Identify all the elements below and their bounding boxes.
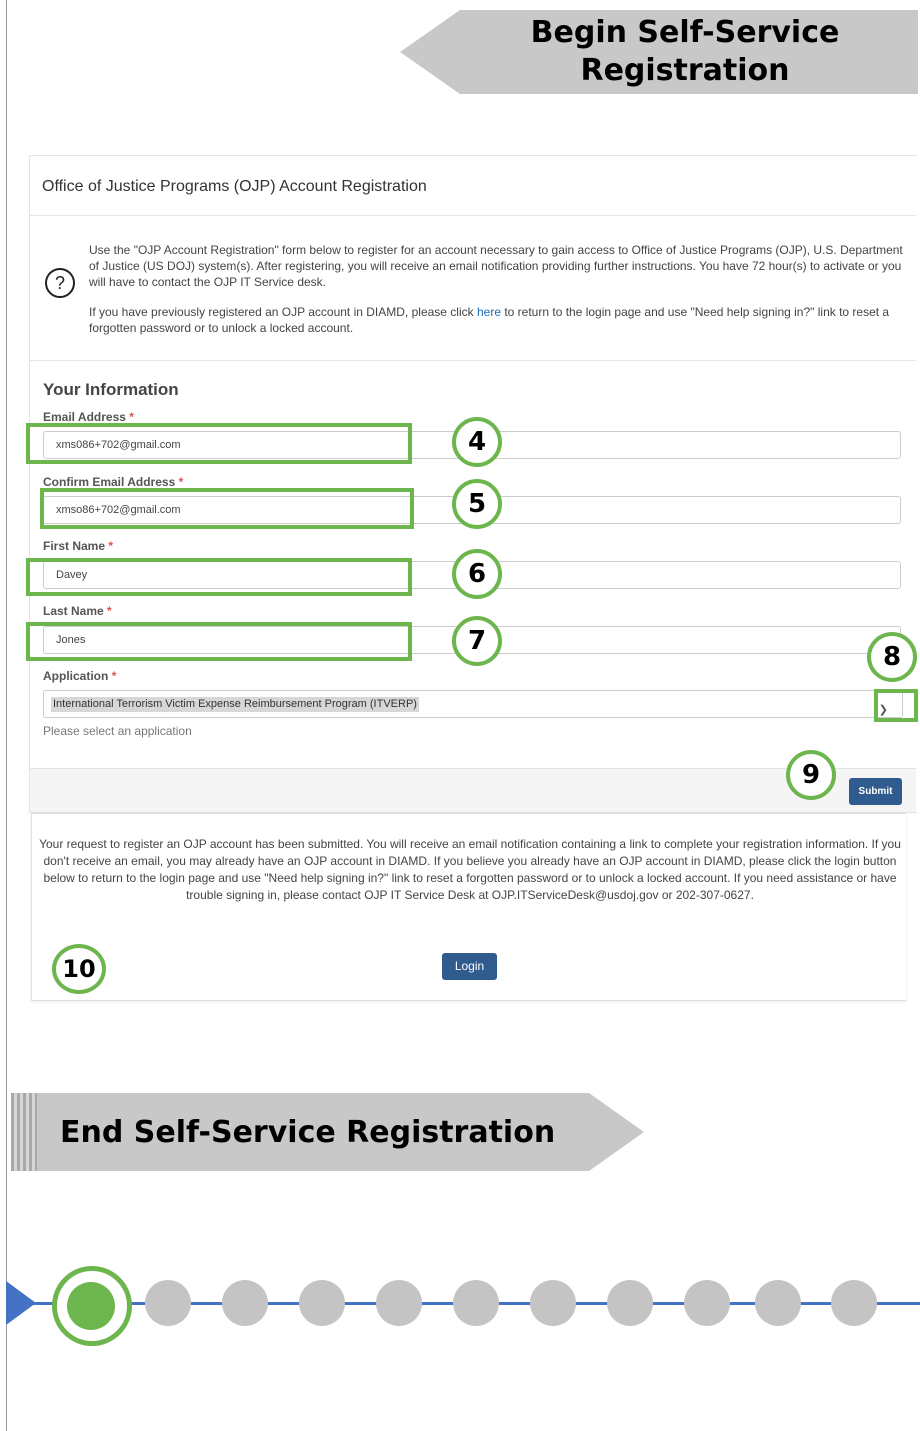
end-banner-stripes <box>11 1093 37 1171</box>
email-label-text: Email Address <box>43 410 126 424</box>
divider <box>30 215 916 216</box>
section-title: Your Information <box>43 380 179 399</box>
here-link[interactable]: here <box>477 305 501 319</box>
end-banner-title: End Self-Service Registration <box>60 1115 556 1150</box>
progress-step <box>684 1280 730 1326</box>
step-badge-10: 10 <box>52 944 106 994</box>
progress-step-active <box>67 1282 115 1330</box>
panel-title: Office of Justice Programs (OJP) Account… <box>42 178 427 195</box>
intro-text-before-link: If you have previously registered an OJP… <box>89 305 477 319</box>
step-badge-4: 4 <box>452 417 502 467</box>
page-left-rule <box>6 0 7 1431</box>
confirm-email-label-text: Confirm Email Address <box>43 475 176 489</box>
highlight-confirm-email <box>40 488 414 529</box>
login-button[interactable]: Login <box>442 953 497 980</box>
step-badge-8: 8 <box>867 632 917 682</box>
confirmation-message: Your request to register an OJP account … <box>39 837 901 902</box>
progress-arrow-icon <box>6 1281 36 1325</box>
progress-step <box>453 1280 499 1326</box>
required-marker: * <box>129 410 134 424</box>
begin-banner-title: Begin Self-Service Registration <box>530 15 840 88</box>
progress-step <box>145 1280 191 1326</box>
highlight-email <box>26 423 412 464</box>
last-name-label: Last Name * <box>43 604 112 618</box>
step-badge-5: 5 <box>452 479 502 529</box>
divider <box>30 360 916 361</box>
application-select[interactable]: International Terrorism Victim Expense R… <box>43 690 903 718</box>
intro-paragraph-1: Use the "OJP Account Registration" form … <box>89 243 903 289</box>
required-marker: * <box>178 475 184 489</box>
required-marker: * <box>111 669 117 683</box>
email-label: Email Address * <box>43 410 134 424</box>
progress-step <box>299 1280 345 1326</box>
highlight-first-name <box>26 558 412 596</box>
step-badge-7: 7 <box>452 616 502 666</box>
intro-paragraph-2: If you have previously registered an OJP… <box>89 304 909 336</box>
progress-step <box>376 1280 422 1326</box>
first-name-label: First Name * <box>43 539 113 553</box>
last-name-label-text: Last Name <box>43 604 104 618</box>
submit-button[interactable]: Submit <box>849 778 902 805</box>
progress-step <box>607 1280 653 1326</box>
step-badge-6: 6 <box>452 549 502 599</box>
progress-step <box>530 1280 576 1326</box>
highlight-dropdown <box>874 689 918 722</box>
application-hint: Please select an application <box>43 724 192 738</box>
help-circle-icon: ? <box>45 268 75 298</box>
progress-step <box>755 1280 801 1326</box>
progress-step <box>831 1280 877 1326</box>
first-name-label-text: First Name <box>43 539 106 553</box>
application-label: Application * <box>43 669 116 683</box>
required-marker: * <box>108 539 114 553</box>
progress-step <box>222 1280 268 1326</box>
required-marker: * <box>107 604 112 618</box>
confirm-email-label: Confirm Email Address * <box>43 475 183 489</box>
application-label-text: Application <box>43 669 109 683</box>
form-footer <box>30 768 916 812</box>
step-badge-9: 9 <box>786 750 836 800</box>
highlight-last-name <box>26 622 412 661</box>
application-selected-value: International Terrorism Victim Expense R… <box>51 697 419 712</box>
